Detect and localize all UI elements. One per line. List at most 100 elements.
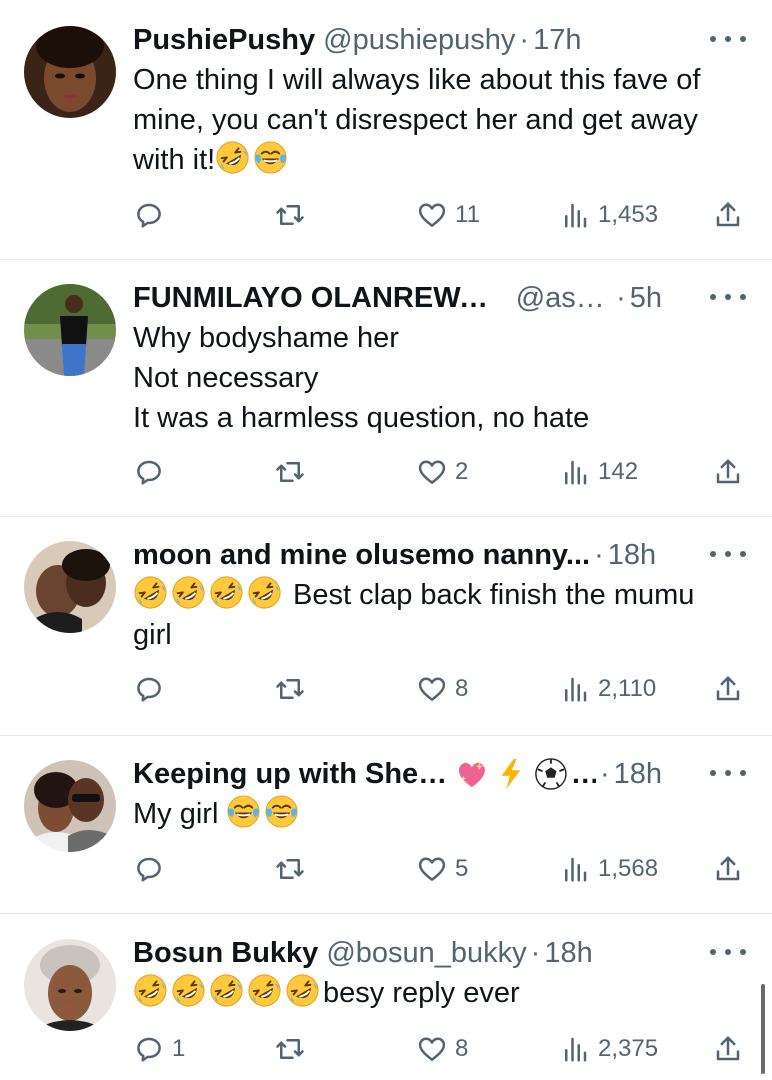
timestamp[interactable]: 5h: [630, 278, 662, 318]
like-count: 11: [455, 201, 480, 228]
share-icon: [716, 1036, 740, 1061]
views-icon: [565, 857, 587, 882]
like-count: 2: [455, 458, 469, 485]
avatar-image: [24, 541, 116, 633]
tweet-text-line: mine, you can't disrespect her and get a…: [133, 104, 698, 136]
like-button[interactable]: 2: [417, 452, 468, 492]
tweet-text-line: My girl: [133, 794, 752, 834]
tweet-card[interactable]: Bosun Bukky @bosun_bukky · 18h besy repl…: [0, 933, 772, 1080]
share-button[interactable]: [713, 669, 743, 709]
like-count: 8: [455, 675, 469, 702]
retweet-button[interactable]: [275, 849, 305, 889]
tweet-card[interactable]: moon and mine olusemo nanny... · 18h Bes…: [0, 535, 772, 735]
retweet-button[interactable]: [275, 452, 305, 492]
retweet-button[interactable]: [275, 1029, 305, 1069]
views-icon: [565, 677, 587, 702]
avatar-image: [24, 760, 116, 852]
like-count: 8: [455, 1035, 469, 1062]
reply-button[interactable]: 1: [134, 1029, 185, 1069]
tweet-text: Best clap back finish the mumu girl: [133, 575, 752, 655]
separator-dot: ·: [519, 24, 530, 56]
retweet-icon: [276, 205, 304, 225]
views-button[interactable]: 2,110: [560, 669, 656, 709]
display-name[interactable]: moon and mine olusemo nanny...: [133, 535, 590, 575]
reply-button[interactable]: [134, 849, 172, 889]
display-name-ellipsis: ...: [571, 758, 596, 790]
display-name[interactable]: FUNMILAYO OLANREWAJU: [133, 278, 508, 318]
like-button[interactable]: 11: [417, 195, 480, 235]
display-name[interactable]: Bosun Bukky: [133, 933, 318, 973]
like-button[interactable]: 5: [417, 849, 468, 889]
share-button[interactable]: [713, 1029, 743, 1069]
action-bar: 8 2,110: [0, 669, 772, 709]
tweet-text-line: Not necessary: [133, 362, 319, 394]
avatar-image: [24, 284, 116, 376]
reply-button[interactable]: [134, 452, 172, 492]
timestamp[interactable]: 17h: [533, 20, 581, 60]
more-options-icon[interactable]: [710, 282, 746, 312]
timestamp[interactable]: 18h: [608, 535, 656, 575]
display-name[interactable]: PushiePushy: [133, 20, 315, 60]
tweet-card[interactable]: PushiePushy @pushiepushy · 17h One thing…: [0, 20, 772, 260]
share-icon: [716, 202, 740, 227]
display-name[interactable]: Keeping up with Shella: [133, 754, 449, 794]
lightning-emoji: [494, 757, 528, 791]
rolling-on-floor-laughing-emoji: [209, 973, 244, 1008]
retweet-button[interactable]: [275, 669, 305, 709]
tweet-text: One thing I will always like about this …: [133, 60, 752, 180]
action-bar: 2 142: [0, 452, 772, 492]
rolling-on-floor-laughing-emoji: [171, 575, 206, 610]
avatar[interactable]: [24, 541, 116, 633]
avatar[interactable]: [24, 760, 116, 852]
tweet-text-segment: My girl: [133, 798, 219, 830]
like-button[interactable]: 8: [417, 669, 468, 709]
view-count: 2,375: [598, 1035, 659, 1062]
share-button[interactable]: [713, 452, 743, 492]
action-bar: 5 1,568: [0, 849, 772, 889]
reply-count: 1: [172, 1035, 186, 1062]
view-count: 1,568: [598, 855, 659, 882]
timestamp[interactable]: 18h: [614, 754, 662, 794]
more-options-icon[interactable]: [710, 24, 746, 54]
views-icon: [565, 203, 587, 228]
avatar-image: [24, 939, 116, 1031]
scrollbar-thumb[interactable]: [761, 984, 765, 1074]
tweet-text-line: One thing I will always like about this …: [133, 64, 701, 96]
views-button[interactable]: 142: [560, 452, 638, 492]
reply-button[interactable]: [134, 195, 172, 235]
avatar[interactable]: [24, 284, 116, 376]
avatar[interactable]: [24, 939, 116, 1031]
retweet-button[interactable]: [275, 195, 305, 235]
user-handle[interactable]: @bosun_bukky: [326, 933, 526, 973]
tweet-text: My girl: [133, 794, 752, 834]
tweet-text-segment: besy reply ever: [323, 977, 520, 1009]
action-bar: 11 1,453: [0, 195, 772, 235]
reply-button[interactable]: [134, 669, 172, 709]
retweet-icon: [276, 1039, 304, 1059]
tears-of-joy-emoji: [253, 140, 288, 175]
heart-icon: [418, 460, 446, 484]
user-handle[interactable]: @ass...: [516, 278, 612, 318]
tweet-card[interactable]: Keeping up with Shella ... · 18h My girl…: [0, 754, 772, 914]
like-button[interactable]: 8: [417, 1029, 468, 1069]
user-handle[interactable]: @pushiepushy: [323, 20, 515, 60]
more-options-icon[interactable]: [710, 937, 746, 967]
more-options-icon[interactable]: [710, 758, 746, 788]
tweet-header: Keeping up with Shella ... · 18h: [133, 754, 662, 794]
views-button[interactable]: 2,375: [560, 1029, 658, 1069]
timestamp[interactable]: 18h: [544, 933, 592, 973]
share-button[interactable]: [713, 195, 743, 235]
tweet-card[interactable]: FUNMILAYO OLANREWAJU @ass... · 5h Why bo…: [0, 278, 772, 516]
share-button[interactable]: [713, 849, 743, 889]
reply-icon: [137, 1037, 161, 1062]
tweet-text-line: besy reply ever: [133, 973, 752, 1013]
tweet-text-line: Why bodyshame her: [133, 322, 399, 354]
avatar-image: [24, 26, 116, 118]
views-button[interactable]: 1,568: [560, 849, 658, 889]
more-options-icon[interactable]: [710, 539, 746, 569]
tweet-text-segment: with it!: [133, 144, 216, 176]
tweet-text: besy reply ever: [133, 973, 752, 1013]
views-button[interactable]: 1,453: [560, 195, 658, 235]
sparkling-heart-emoji: [455, 757, 489, 791]
avatar[interactable]: [24, 26, 116, 118]
